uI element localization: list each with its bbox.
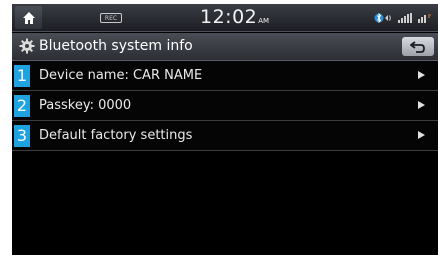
item-label: Passkey: 0000 <box>39 98 132 113</box>
status-icons <box>374 11 432 25</box>
item-number: 3 <box>14 125 30 147</box>
title-bar: Bluetooth system info <box>12 33 438 61</box>
menu-item-device-name[interactable]: 1 Device name: CAR NAME <box>12 61 438 91</box>
home-button[interactable] <box>15 6 42 29</box>
menu-list: 1 Device name: CAR NAME 2 Passkey: 0000 … <box>12 61 438 151</box>
head-unit-screen: REC 12:02AM Bluetooth system info 1 Devi… <box>12 4 438 255</box>
bluetooth-audio-icon <box>374 12 391 24</box>
gear-icon <box>19 38 35 54</box>
page-title: Bluetooth system info <box>39 38 193 54</box>
arrow-right-icon <box>418 131 425 139</box>
clock: 12:02AM <box>200 6 269 33</box>
clock-time: 12:02 <box>200 6 258 28</box>
back-arrow-icon <box>410 40 425 53</box>
status-bar: REC 12:02AM <box>12 4 438 32</box>
home-icon <box>22 11 35 24</box>
network-icon <box>418 14 431 23</box>
item-label: Device name: CAR NAME <box>39 68 203 83</box>
item-label: Default factory settings <box>39 128 193 143</box>
item-number: 1 <box>14 65 30 87</box>
arrow-right-icon <box>418 71 425 79</box>
menu-item-default-factory-settings[interactable]: 3 Default factory settings <box>12 121 438 151</box>
clock-ampm: AM <box>258 17 270 25</box>
rec-badge: REC <box>100 13 122 23</box>
back-button[interactable] <box>402 37 434 56</box>
item-number: 2 <box>14 95 30 117</box>
arrow-right-icon <box>418 101 425 109</box>
menu-item-passkey[interactable]: 2 Passkey: 0000 <box>12 91 438 121</box>
signal-icon <box>398 13 412 23</box>
